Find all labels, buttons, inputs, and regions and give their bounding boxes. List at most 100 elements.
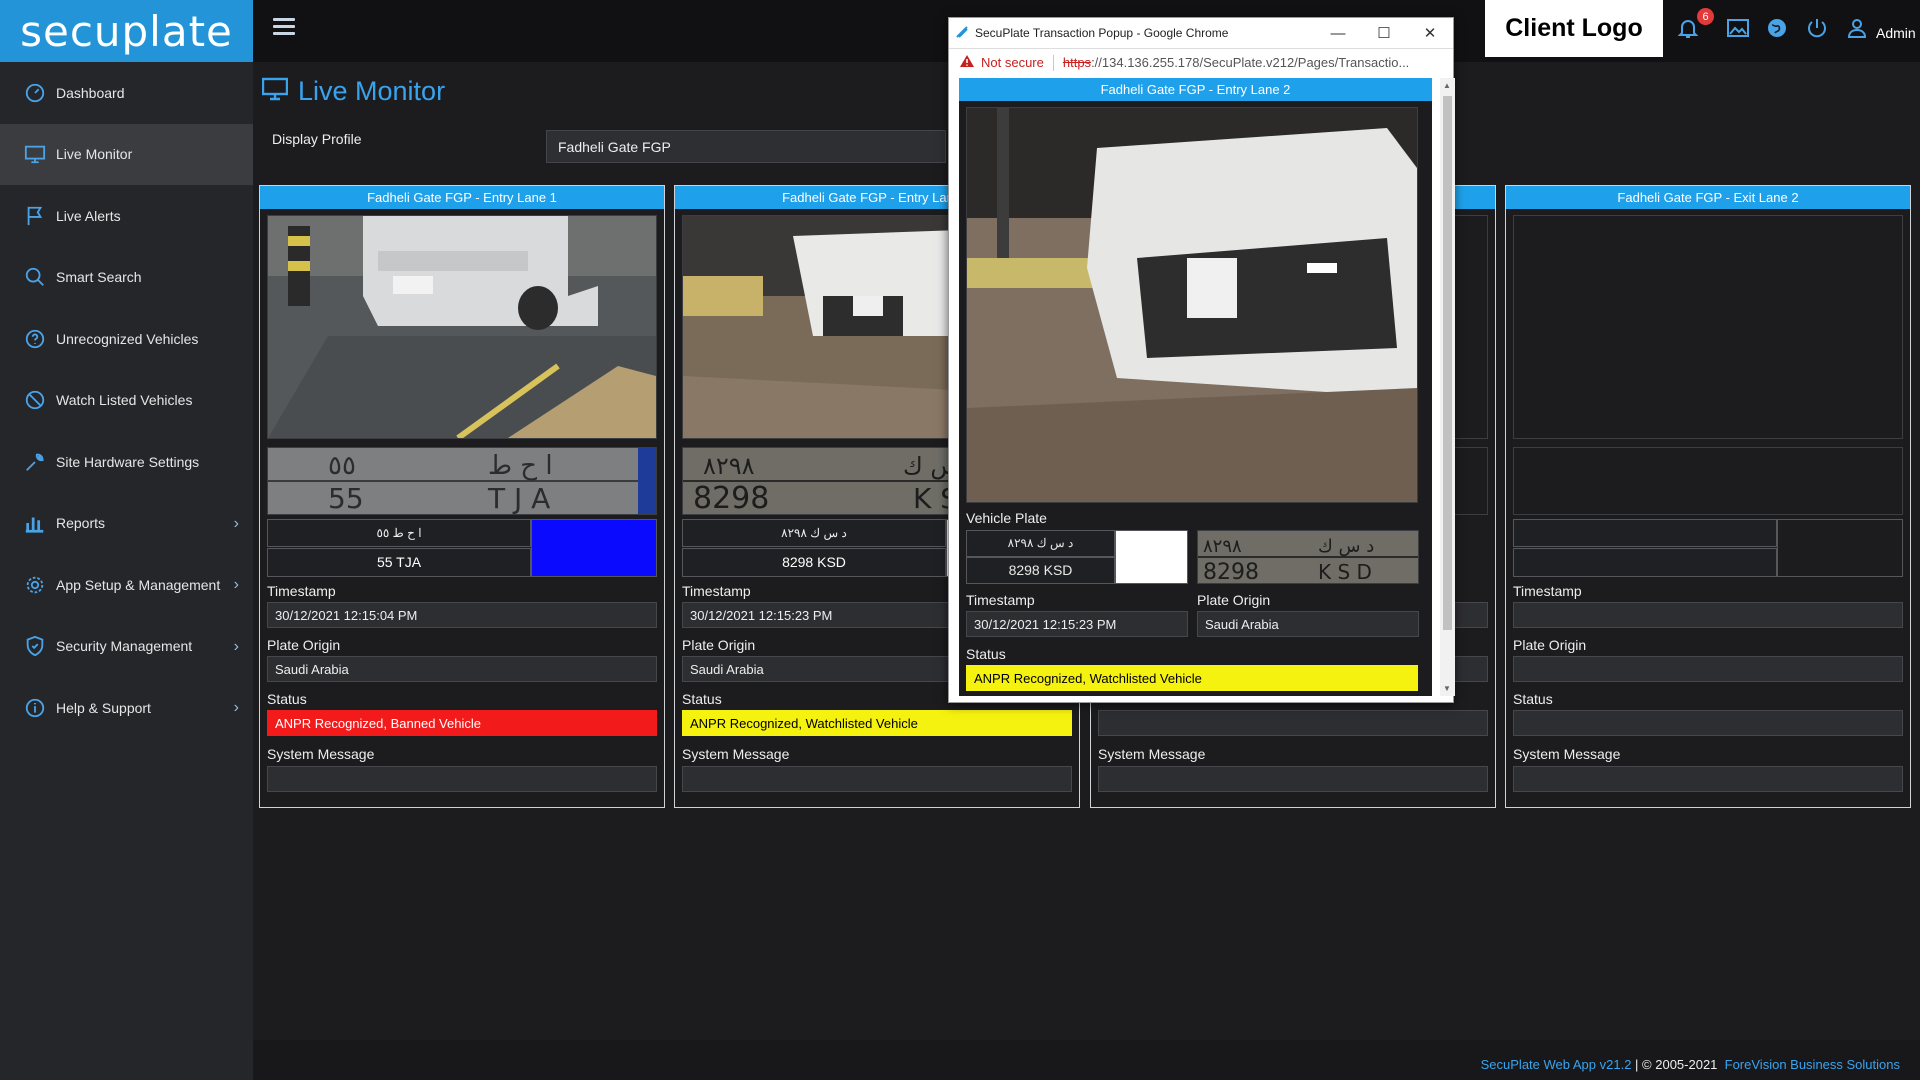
footer-separator: | — [1631, 1057, 1643, 1072]
image-icon[interactable] — [1726, 16, 1750, 40]
chevron-right-icon: › — [233, 699, 239, 716]
chevron-right-icon: › — [233, 514, 239, 532]
power-icon[interactable] — [1805, 16, 1829, 40]
system-message-label: System Message — [1513, 746, 1621, 762]
vehicle-plate-label: Vehicle Plate — [966, 510, 1047, 526]
svg-text:K S D: K S D — [1318, 560, 1372, 583]
menu-icon[interactable] — [273, 18, 295, 38]
sidebar-item-label: Site Hardware Settings — [56, 453, 200, 470]
plate-english: 8298 KSD — [682, 548, 946, 577]
plate-english: 55 TJA — [267, 548, 531, 577]
plate-text-table — [1513, 519, 1903, 577]
system-message-field — [682, 766, 1072, 792]
globe-icon[interactable] — [1765, 16, 1789, 40]
popup-scrollbar[interactable]: ▲ ▼ — [1440, 78, 1455, 696]
bell-icon[interactable] — [1676, 16, 1700, 40]
timestamp-label: Timestamp — [966, 592, 1035, 608]
plate-english — [1513, 548, 1777, 577]
transaction-popup-window: SecuPlate Transaction Popup - Google Chr… — [948, 17, 1455, 703]
info-icon — [22, 695, 48, 721]
plate-color-swatch — [531, 519, 657, 577]
sidebar-item-live-alerts[interactable]: Live Alerts — [0, 185, 253, 247]
sidebar-item-watch-listed-vehicles[interactable]: Watch Listed Vehicles — [0, 370, 253, 432]
app-logo[interactable]: secuplate — [0, 0, 253, 62]
sidebar-item-label: Reports — [56, 515, 106, 532]
popup-plate-table: د س ك ٨٢٩٨ 8298 KSD — [966, 530, 1188, 584]
system-message-field — [1098, 766, 1488, 792]
system-message-label: System Message — [267, 746, 375, 762]
close-icon[interactable]: ✕ — [1407, 18, 1453, 48]
monitor-icon — [261, 77, 289, 106]
sidebar-item-label: Help & Support — [56, 699, 151, 716]
chevron-right-icon: › — [233, 576, 239, 593]
not-secure-label[interactable]: Not secure — [981, 55, 1044, 70]
sidebar-item-help-support[interactable]: Help & Support › — [0, 677, 253, 739]
vehicle-image[interactable] — [267, 215, 657, 441]
plate-origin-field — [1513, 656, 1903, 682]
svg-text:٨٢٩٨: ٨٢٩٨ — [1203, 536, 1242, 557]
footer: SecuPlate Web App v21.2 | © 2005-2021 Fo… — [253, 1040, 1920, 1080]
sidebar-item-live-monitor[interactable]: Live Monitor — [0, 123, 253, 185]
scroll-up-icon[interactable]: ▲ — [1443, 81, 1451, 90]
status-field: ANPR Recognized, Banned Vehicle — [267, 710, 657, 736]
svg-text:55: 55 — [328, 482, 364, 514]
status-label: Status — [682, 691, 722, 707]
status-field — [1098, 710, 1488, 736]
plate-crop-image[interactable] — [1513, 447, 1903, 515]
popup-vehicle-image[interactable] — [966, 107, 1418, 503]
vehicle-image[interactable] — [1513, 215, 1903, 439]
chrome-icon — [955, 25, 969, 42]
user-name[interactable]: Admin — [1876, 25, 1916, 41]
sidebar-item-dashboard[interactable]: Dashboard — [0, 62, 253, 124]
minimize-icon[interactable]: — — [1315, 18, 1361, 48]
display-profile-select[interactable]: Fadheli Gate FGP — [546, 130, 946, 163]
sidebar-item-label: Security Management — [56, 638, 193, 655]
popup-plate-english: 8298 KSD — [966, 557, 1115, 584]
user-icon[interactable] — [1845, 16, 1869, 40]
timestamp-label: Timestamp — [682, 583, 751, 599]
sidebar-item-security-management[interactable]: Security Management › — [0, 616, 253, 678]
popup-lane-header: Fadheli Gate FGP - Entry Lane 2 — [959, 78, 1432, 101]
popup-window-title: SecuPlate Transaction Popup - Google Chr… — [975, 26, 1229, 40]
scrollbar-thumb[interactable] — [1443, 96, 1452, 630]
monitor-icon — [22, 141, 48, 167]
sidebar-item-smart-search[interactable]: Smart Search — [0, 247, 253, 309]
gear-icon — [22, 572, 48, 598]
status-label: Status — [1513, 691, 1553, 707]
plate-arabic: د س ك ٨٢٩٨ — [682, 519, 946, 547]
footer-version[interactable]: SecuPlate Web App v21.2 — [1481, 1057, 1632, 1072]
status-field: ANPR Recognized, Watchlisted Vehicle — [682, 710, 1072, 736]
sidebar-item-reports[interactable]: Reports › — [0, 493, 253, 555]
scroll-down-icon[interactable]: ▼ — [1443, 684, 1451, 693]
sidebar-item-label: Live Monitor — [56, 146, 133, 163]
popup-plate-crop-image[interactable]: ٨٢٩٨ د س ك 8298 K S D — [1197, 530, 1419, 585]
maximize-icon[interactable]: ☐ — [1361, 18, 1407, 48]
plate-origin-label: Plate Origin — [682, 637, 756, 653]
sidebar-item-label: App Setup & Management — [56, 576, 221, 593]
lane-header: Fadheli Gate FGP - Entry Lane 1 — [260, 186, 664, 209]
plate-origin-label: Plate Origin — [1513, 637, 1587, 653]
timestamp-field — [1513, 602, 1903, 628]
timestamp-label: Timestamp — [1513, 583, 1582, 599]
chevron-right-icon: › — [233, 637, 239, 655]
system-message-label: System Message — [682, 746, 790, 762]
sidebar-item-label: Watch Listed Vehicles — [56, 392, 193, 409]
plate-crop-image[interactable]: ٥٥ ا ح ط 55 T J A — [267, 447, 657, 515]
sidebar-item-unrecognized-vehicles[interactable]: Unrecognized Vehicles — [0, 308, 253, 370]
window-controls: — ☐ ✕ — [1315, 18, 1453, 48]
page-title: Live Monitor — [261, 76, 445, 107]
sidebar-item-site-hardware-settings[interactable]: Site Hardware Settings — [0, 431, 253, 493]
warning-icon — [959, 54, 975, 71]
plate-arabic: ا ح ط ٥٥ — [267, 519, 531, 547]
sidebar-item-app-setup[interactable]: App Setup & Management › — [0, 554, 253, 616]
lane-panel: Fadheli Gate FGP - Entry Lane 1 ٥٥ ا ح ط… — [259, 185, 665, 808]
status-label: Status — [966, 646, 1006, 662]
plate-arabic — [1513, 519, 1777, 547]
system-message-label: System Message — [1098, 746, 1206, 762]
client-logo: Client Logo — [1485, 0, 1663, 57]
svg-text:د س ك: د س ك — [1318, 536, 1374, 557]
address-bar[interactable]: Not secure https://134.136.255.178/SecuP… — [949, 48, 1453, 76]
footer-company[interactable]: ForeVision Business Solutions — [1725, 1057, 1900, 1072]
plate-origin-label: Plate Origin — [267, 637, 341, 653]
wrench-icon — [22, 449, 48, 475]
